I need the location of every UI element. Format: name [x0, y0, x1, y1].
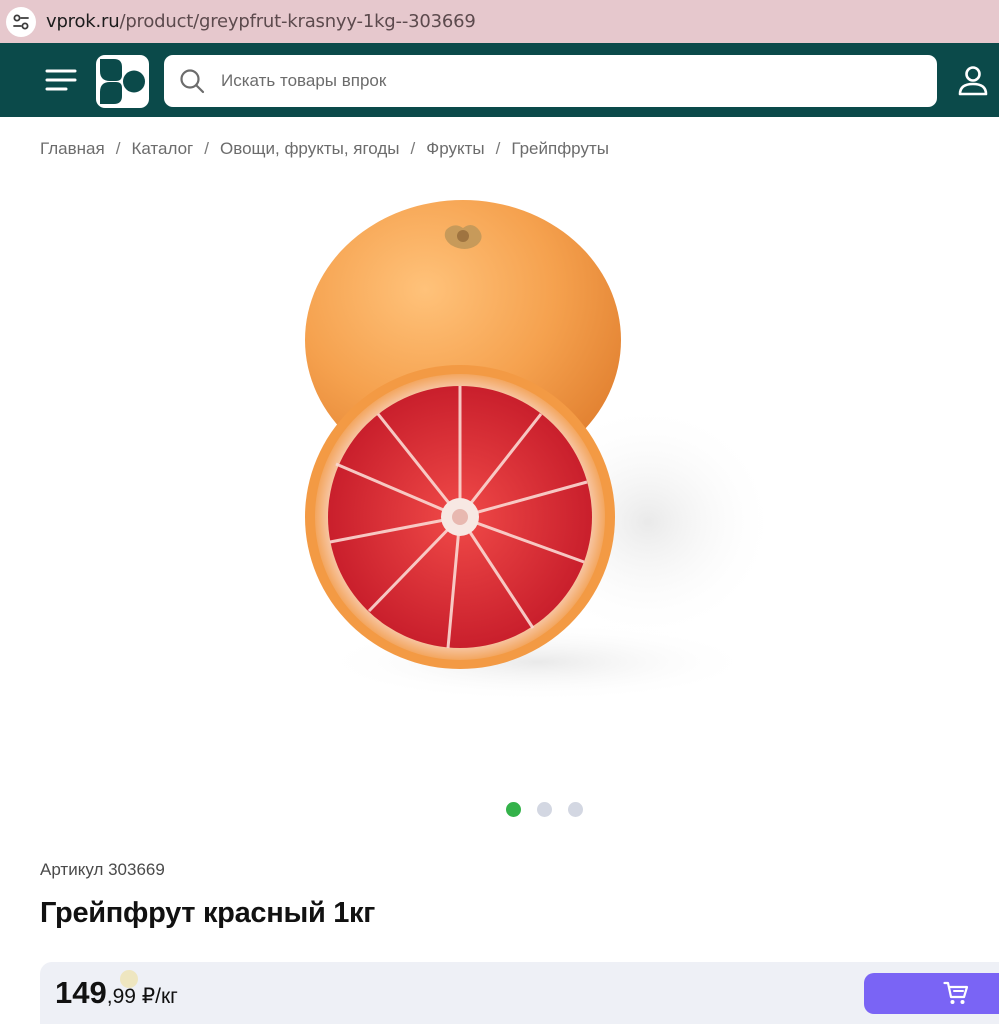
site-settings-icon[interactable]: [6, 6, 36, 37]
breadcrumb-separator: /: [115, 139, 121, 158]
breadcrumb: Главная / Каталог / Овощи, фрукты, ягоды…: [40, 139, 609, 159]
breadcrumb-separator: /: [410, 139, 416, 158]
url-host: vprok.ru: [46, 11, 120, 32]
price-fraction-unit: ,99 ₽/кг: [106, 985, 178, 1008]
breadcrumb-item-fruits[interactable]: Фрукты: [426, 139, 484, 159]
url-path: /product/greypfrut-krasnyy-1kg--303669: [119, 11, 476, 32]
search-input[interactable]: [221, 71, 901, 91]
breadcrumb-item-vegetables-fruits[interactable]: Овощи, фрукты, ягоды: [220, 139, 400, 159]
search-icon: [180, 69, 205, 94]
browser-url-bar[interactable]: vprok.ru/product/greypfrut-krasnyy-1kg--…: [0, 0, 999, 43]
breadcrumb-item-grapefruits[interactable]: Грейпфруты: [511, 139, 609, 159]
product-title: Грейпфрут красный 1кг: [40, 897, 376, 929]
breadcrumb-item-home[interactable]: Главная: [40, 139, 105, 159]
product-sku: Артикул 303669: [40, 860, 165, 879]
product-image[interactable]: [288, 192, 800, 754]
gallery-dot-3[interactable]: [568, 802, 583, 817]
gallery-pagination: [506, 802, 583, 817]
site-header: [0, 43, 999, 117]
add-to-cart-button[interactable]: [864, 973, 999, 1014]
cart-icon: [943, 981, 969, 1004]
breadcrumb-item-catalog[interactable]: Каталог: [131, 139, 193, 159]
gallery-dot-1[interactable]: [506, 802, 521, 817]
url-text[interactable]: vprok.ru/product/greypfrut-krasnyy-1kg--…: [46, 11, 476, 32]
product-price: 149,99 ₽/кг: [55, 975, 178, 1011]
logo-icon[interactable]: [96, 55, 149, 108]
menu-icon[interactable]: [44, 65, 78, 95]
price-main: 149: [55, 975, 107, 1010]
profile-icon[interactable]: [955, 63, 991, 99]
search-bar[interactable]: [164, 55, 937, 107]
breadcrumb-separator: /: [204, 139, 209, 158]
price-bar: 149,99 ₽/кг: [40, 962, 999, 1024]
gallery-dot-2[interactable]: [537, 802, 552, 817]
breadcrumb-separator: /: [495, 139, 501, 158]
